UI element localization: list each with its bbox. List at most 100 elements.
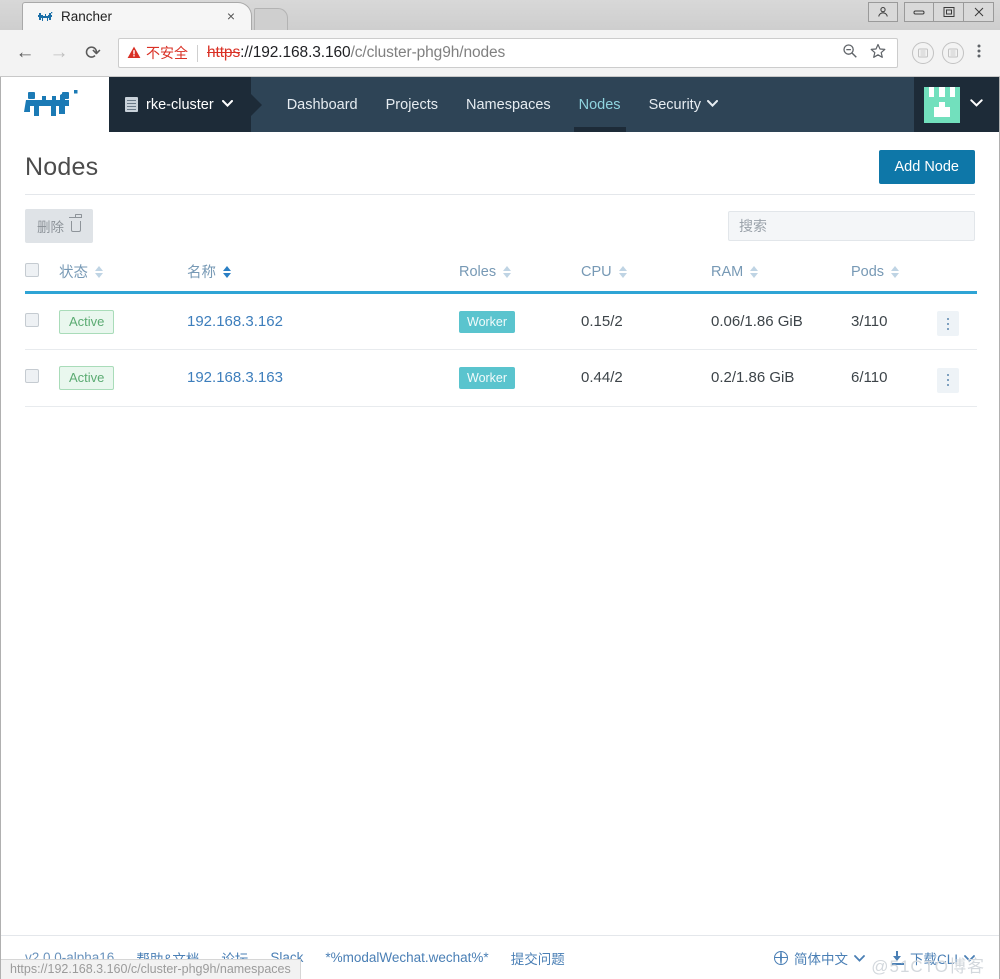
node-link[interactable]: 192.168.3.163 — [187, 369, 283, 386]
row-actions-cell[interactable] — [937, 292, 977, 351]
sort-icon[interactable] — [750, 265, 759, 278]
three-dot-menu-icon[interactable] — [968, 43, 990, 63]
footer-right: 简体中文 下载CLI — [773, 948, 975, 968]
role-badge: Worker — [459, 366, 516, 389]
cluster-selector-label: rke-cluster — [146, 96, 214, 113]
row-actions-cell[interactable] — [937, 349, 977, 407]
tab-strip: Rancher × — [0, 0, 868, 30]
profile-icon[interactable] — [868, 2, 898, 22]
role-badge: Worker — [459, 310, 516, 333]
chevron-down-icon — [970, 99, 983, 110]
node-link[interactable]: 192.168.3.162 — [187, 313, 283, 330]
close-button[interactable] — [964, 2, 994, 22]
search-minus-icon[interactable] — [839, 43, 861, 63]
extension-icon-1[interactable] — [912, 42, 934, 64]
row-state-cell: Active — [59, 292, 187, 351]
row-pods-cell: 3/110 — [851, 292, 937, 351]
table-row[interactable]: Active 192.168.3.163 Worker 0.44/2 0.2/1… — [25, 349, 977, 407]
reload-button[interactable]: ⟳ — [78, 38, 108, 68]
sort-icon[interactable] — [95, 265, 103, 278]
search-input[interactable] — [728, 211, 975, 241]
nav-tab-namespaces[interactable]: Namespaces — [452, 77, 565, 132]
language-selector[interactable]: 简体中文 — [773, 948, 865, 968]
nav-tab-security[interactable]: Security — [635, 77, 732, 132]
sort-icon[interactable] — [503, 265, 512, 278]
url-separator: :// — [240, 44, 253, 61]
address-bar[interactable]: 不安全 https://192.168.3.160/c/cluster-phg9… — [118, 38, 898, 68]
footer-link-issue[interactable]: 提交问题 — [511, 948, 565, 968]
table-header-row: 状态 名称 Roles CPU RAM Pods — [25, 253, 977, 294]
cluster-list-icon — [125, 97, 138, 112]
forward-button[interactable]: → — [44, 38, 74, 68]
row-roles-cell: Worker — [459, 349, 581, 407]
nav-tab-label: Nodes — [578, 96, 621, 113]
column-header-name[interactable]: 名称 — [187, 253, 459, 294]
column-header-state[interactable]: 状态 — [59, 253, 187, 294]
table-row[interactable]: Active 192.168.3.162 Worker 0.15/2 0.06/… — [25, 292, 977, 351]
status-badge: Active — [59, 309, 115, 334]
row-roles-cell: Worker — [459, 292, 581, 351]
add-node-button[interactable]: Add Node — [878, 150, 975, 184]
row-actions-icon[interactable] — [937, 311, 959, 337]
select-all-header[interactable] — [25, 253, 59, 294]
browser-tab-rancher[interactable]: Rancher × — [22, 2, 252, 30]
cluster-selector[interactable]: rke-cluster — [109, 77, 251, 132]
select-all-checkbox[interactable] — [25, 262, 39, 277]
row-name-cell[interactable]: 192.168.3.162 — [187, 292, 459, 351]
sort-icon[interactable] — [223, 265, 231, 278]
chevron-down-icon — [854, 950, 865, 965]
column-header-pods[interactable]: Pods — [851, 253, 937, 294]
status-bar-url: https://192.168.3.160/c/cluster-phg9h/na… — [1, 959, 301, 979]
nav-tab-projects[interactable]: Projects — [372, 77, 452, 132]
row-actions-icon[interactable] — [937, 367, 959, 393]
nodes-table: 状态 名称 Roles CPU RAM Pods Active 192.168.… — [25, 253, 977, 407]
footer-link-wechat[interactable]: *%modalWechat.wechat%* — [325, 950, 488, 965]
minimize-button[interactable] — [904, 2, 934, 22]
row-ram-cell: 0.2/1.86 GiB — [711, 349, 851, 407]
row-checkbox[interactable] — [25, 368, 39, 383]
sort-icon[interactable] — [891, 265, 900, 278]
row-name-cell[interactable]: 192.168.3.163 — [187, 349, 459, 407]
row-cpu-cell: 0.44/2 — [581, 349, 711, 407]
sort-icon[interactable] — [618, 265, 627, 278]
trash-icon — [69, 214, 83, 232]
nav-tabs: Dashboard Projects Namespaces Nodes Secu… — [273, 77, 732, 132]
column-header-actions — [937, 253, 977, 294]
column-header-cpu[interactable]: CPU — [581, 253, 711, 294]
row-pods-cell: 6/110 — [851, 349, 937, 407]
column-label: RAM — [711, 263, 744, 280]
download-cli-selector[interactable]: 下载CLI — [890, 948, 975, 968]
table-toolbar: 删除 — [25, 195, 975, 253]
tab-close-icon[interactable]: × — [223, 8, 239, 25]
security-warning[interactable]: 不安全 — [127, 43, 188, 63]
new-tab-button[interactable] — [254, 8, 288, 30]
page-viewport: rke-cluster Dashboard Projects Namespace… — [0, 77, 1000, 979]
rancher-logo[interactable] — [1, 77, 109, 132]
download-icon — [890, 950, 904, 965]
nav-tab-nodes[interactable]: Nodes — [565, 77, 635, 132]
extension-icon-2[interactable] — [942, 42, 964, 64]
user-menu[interactable] — [914, 77, 999, 132]
delete-button[interactable]: 删除 — [25, 209, 93, 243]
star-icon[interactable] — [867, 43, 889, 63]
back-button[interactable]: ← — [10, 38, 40, 68]
browser-toolbar: ← → ⟳ 不安全 https://192.168.3.160/c/cluste… — [0, 30, 1000, 77]
browser-window: Rancher × ← → ⟳ 不安全 https://192.168.3.16… — [0, 0, 1000, 979]
chevron-down-icon — [964, 950, 975, 965]
column-label: Pods — [851, 263, 885, 280]
column-header-roles[interactable]: Roles — [459, 253, 581, 294]
nav-tab-dashboard[interactable]: Dashboard — [273, 77, 372, 132]
row-select-cell[interactable] — [25, 292, 59, 351]
chevron-down-icon — [706, 99, 718, 110]
user-avatar-identicon — [924, 86, 960, 123]
column-header-ram[interactable]: RAM — [711, 253, 851, 294]
chevron-down-icon — [221, 99, 233, 110]
url-text: https://192.168.3.160/c/cluster-phg9h/no… — [207, 44, 833, 62]
page-header: Nodes Add Node — [25, 132, 975, 194]
row-select-cell[interactable] — [25, 349, 59, 407]
row-checkbox[interactable] — [25, 312, 39, 327]
maximize-button[interactable] — [934, 2, 964, 22]
download-cli-label: 下载CLI — [909, 951, 958, 967]
url-scheme: https — [207, 44, 241, 61]
delete-button-label: 删除 — [37, 220, 64, 235]
